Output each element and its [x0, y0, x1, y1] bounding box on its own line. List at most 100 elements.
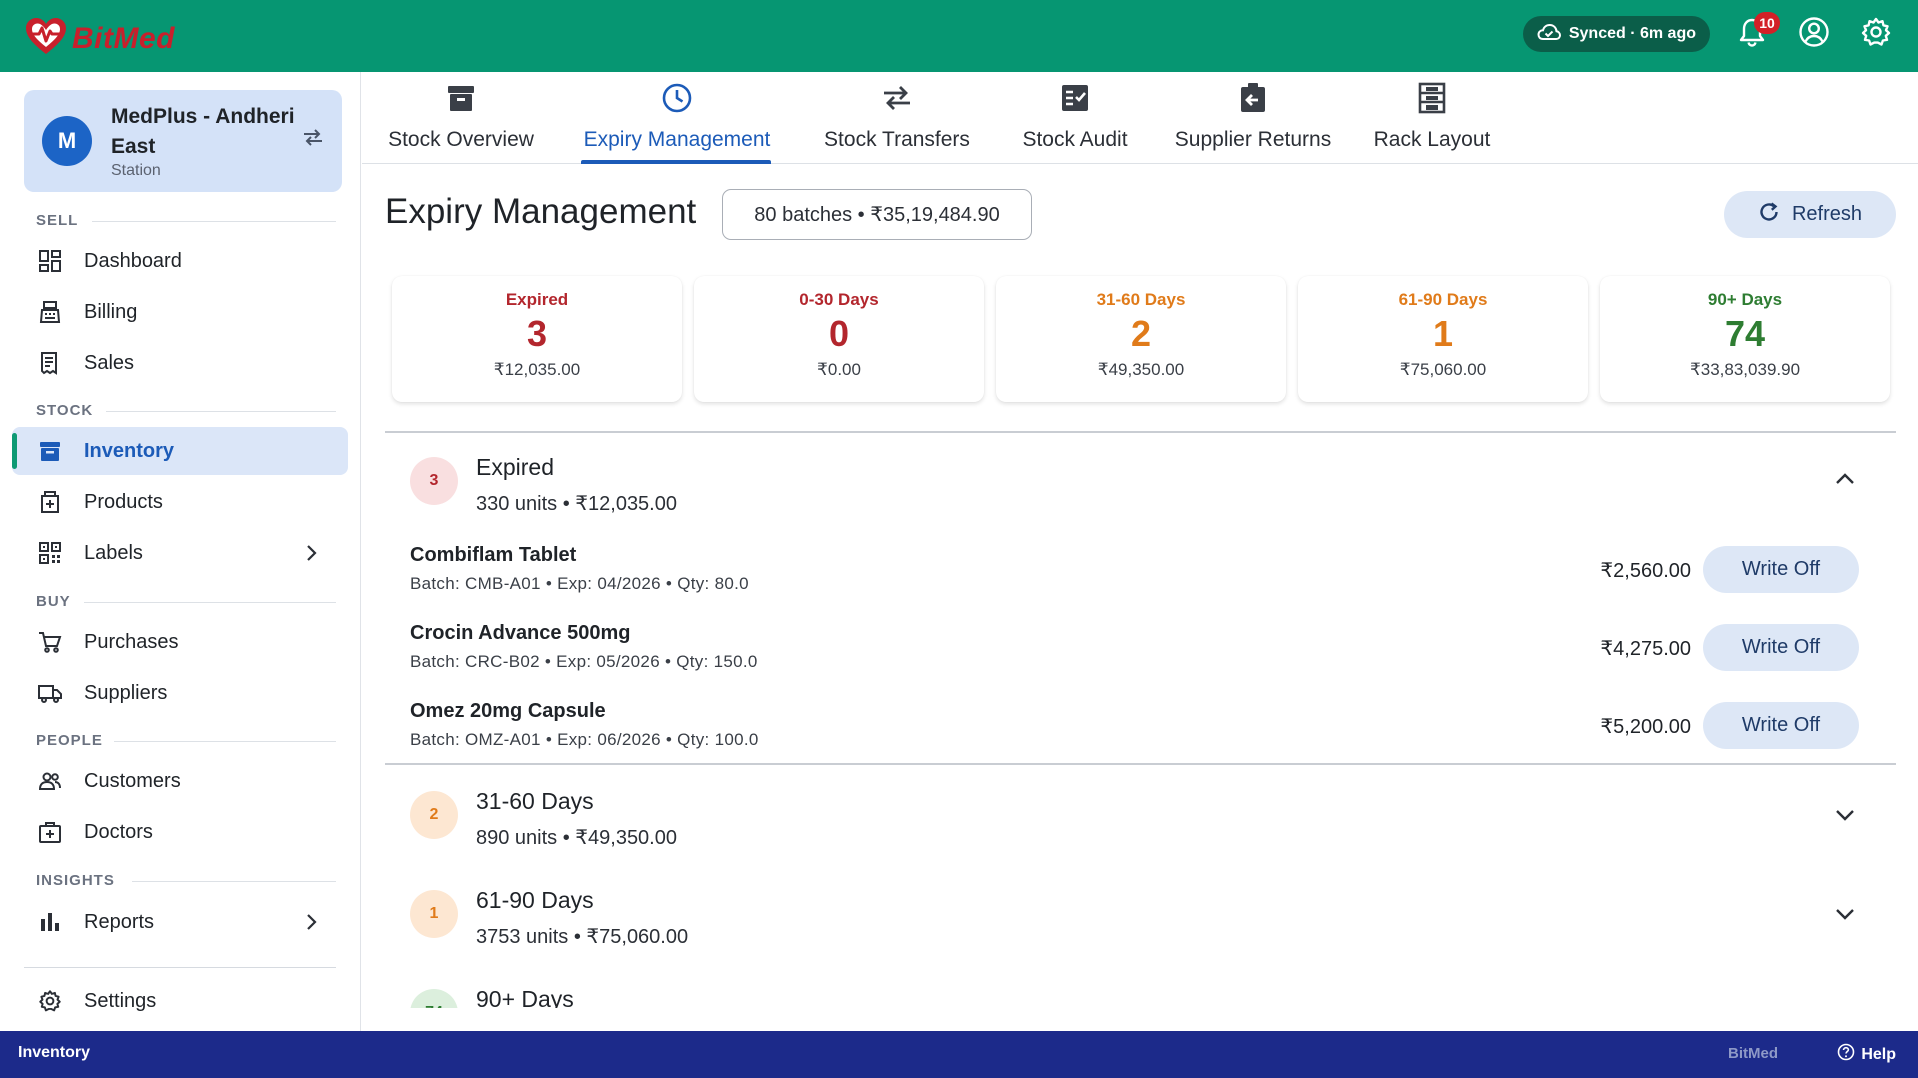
sidebar-item-label: Sales [84, 351, 135, 374]
sidebar-item-label: Inventory [84, 439, 175, 462]
stat-count: 0 [828, 313, 850, 354]
sidebar-item-sales[interactable]: Sales [12, 339, 348, 387]
section-divider [385, 431, 1896, 433]
store-avatar: M [42, 116, 92, 166]
sync-status-text: Synced · 6m ago [1568, 25, 1696, 42]
expiry-batch-row: Crocin Advance 500mg Batch: CRC-B02 • Ex… [385, 614, 1896, 688]
sidebar: M MedPlus - Andheri East Station SELL Da… [0, 72, 361, 1031]
sidebar-item-labels[interactable]: Labels [12, 529, 348, 577]
expiry-group-90-plus-header[interactable]: 74 90+ Days [385, 968, 1896, 1008]
help-button[interactable]: Help [1837, 1043, 1896, 1066]
batch-details: Batch: CRC-B02 • Exp: 05/2026 • Qty: 150… [410, 652, 758, 671]
chevron-up-icon[interactable] [1834, 471, 1856, 490]
write-off-button[interactable]: Write Off [1703, 546, 1859, 593]
stat-card-90-plus-days[interactable]: 90+ Days 74 ₹33,83,039.90 [1600, 276, 1890, 402]
status-context: Inventory [18, 1044, 91, 1061]
gear-icon [1860, 16, 1892, 53]
store-type: Station [111, 162, 161, 179]
stat-card-31-60-days[interactable]: 31-60 Days 2 ₹49,350.00 [996, 276, 1286, 402]
stat-card-0-30-days[interactable]: 0-30 Days 0 ₹0.00 [694, 276, 984, 402]
sidebar-item-label: Billing [84, 300, 138, 323]
sidebar-item-customers[interactable]: Customers [12, 757, 348, 805]
inventory-box-icon [38, 439, 62, 463]
sidebar-item-label: Purchases [84, 630, 179, 653]
stat-card-expired[interactable]: Expired 3 ₹12,035.00 [392, 276, 682, 402]
tab-rack-layout[interactable]: Rack Layout [1368, 72, 1496, 164]
stat-label: 0-30 Days [799, 290, 879, 309]
write-off-button[interactable]: Write Off [1703, 624, 1859, 671]
sidebar-item-label: Labels [84, 541, 143, 564]
section-label-buy: BUY [36, 593, 71, 610]
sidebar-item-suppliers[interactable]: Suppliers [12, 669, 348, 717]
batch-value: ₹2,560.00 [1600, 560, 1691, 582]
expiry-group-expired-header[interactable]: 3 Expired 330 units • ₹12,035.00 [385, 436, 1896, 526]
group-subtitle: 3753 units • ₹75,060.00 [476, 926, 689, 948]
expiry-batch-row: Omez 20mg Capsule Batch: OMZ-A01 • Exp: … [385, 692, 1896, 766]
tab-stock-overview[interactable]: Stock Overview [385, 72, 537, 164]
refresh-label: Refresh [1791, 203, 1863, 225]
sidebar-item-billing[interactable]: Billing [12, 288, 348, 336]
sidebar-item-purchases[interactable]: Purchases [12, 618, 348, 666]
sidebar-item-label: Reports [84, 910, 155, 933]
brand-name: BitMed [72, 21, 175, 55]
tab-label: Rack Layout [1373, 128, 1491, 151]
tab-label: Supplier Returns [1174, 128, 1332, 151]
expiry-group-31-60-header[interactable]: 2 31-60 Days 890 units • ₹49,350.00 [385, 770, 1896, 860]
inventory-tabs: Stock Overview Expiry Management Stock T… [362, 72, 1918, 164]
chevron-down-icon[interactable] [1834, 808, 1856, 827]
batch-details: Batch: OMZ-A01 • Exp: 06/2026 • Qty: 100… [410, 730, 759, 749]
settings-button[interactable] [1856, 14, 1896, 54]
archive-icon [445, 82, 477, 114]
tab-supplier-returns[interactable]: Supplier Returns [1172, 72, 1334, 164]
sidebar-item-label: Customers [84, 769, 181, 792]
stat-label: Expired [505, 290, 569, 309]
stat-count: 74 [1724, 313, 1766, 354]
sidebar-item-inventory[interactable]: Inventory [12, 427, 348, 475]
swap-arrows-icon[interactable] [302, 128, 324, 151]
tab-expiry-management[interactable]: Expiry Management [580, 72, 774, 164]
stat-amount: ₹49,350.00 [1097, 360, 1185, 379]
rack-icon [1416, 82, 1448, 114]
help-label: Help [1861, 1045, 1896, 1063]
section-divider [114, 741, 336, 742]
sidebar-item-label: Products [84, 490, 163, 513]
batch-value: ₹4,275.00 [1600, 638, 1691, 660]
expiry-group-61-90-header[interactable]: 1 61-90 Days 3753 units • ₹75,060.00 [385, 869, 1896, 959]
refresh-button[interactable]: Refresh [1724, 191, 1896, 238]
sidebar-item-products[interactable]: Products [12, 478, 348, 526]
cloud-check-icon [1537, 23, 1561, 46]
status-brand: BitMed [1728, 1045, 1778, 1062]
stat-label: 90+ Days [1707, 290, 1783, 309]
tab-label: Stock Overview [388, 128, 534, 151]
medical-bag-icon [38, 820, 62, 844]
sidebar-item-dashboard[interactable]: Dashboard [12, 237, 348, 285]
medical-box-icon [38, 490, 62, 514]
sync-status-chip[interactable]: Synced · 6m ago [1522, 16, 1710, 52]
product-name: Combiflam Tablet [410, 544, 577, 566]
brand-logo[interactable]: BitMed [24, 16, 175, 61]
stat-amount: ₹12,035.00 [493, 360, 581, 379]
sidebar-divider [24, 967, 336, 968]
active-indicator [12, 433, 17, 469]
sidebar-item-settings[interactable]: Settings [12, 977, 348, 1025]
clock-icon [661, 82, 693, 114]
account-button[interactable] [1794, 14, 1834, 54]
store-name: MedPlus - Andheri East [111, 105, 295, 158]
group-title: 31-60 Days [476, 788, 594, 814]
sidebar-item-doctors[interactable]: Doctors [12, 808, 348, 856]
group-subtitle: 330 units • ₹12,035.00 [476, 493, 677, 515]
product-name: Crocin Advance 500mg [410, 622, 631, 644]
transfer-arrows-icon [881, 82, 913, 114]
sidebar-item-reports[interactable]: Reports [12, 898, 348, 946]
tab-stock-transfers[interactable]: Stock Transfers [815, 72, 979, 164]
stat-count: 1 [1432, 313, 1454, 354]
notifications-button[interactable]: 10 [1732, 12, 1780, 54]
sidebar-item-label: Settings [84, 989, 157, 1012]
write-off-button[interactable]: Write Off [1703, 702, 1859, 749]
return-box-icon [1237, 82, 1269, 114]
store-switcher-card[interactable]: M MedPlus - Andheri East Station [24, 90, 342, 192]
tab-stock-audit[interactable]: Stock Audit [1014, 72, 1136, 164]
stat-card-61-90-days[interactable]: 61-90 Days 1 ₹75,060.00 [1298, 276, 1588, 402]
chevron-down-icon[interactable] [1834, 907, 1856, 926]
group-count-badge: 3 [410, 457, 458, 505]
